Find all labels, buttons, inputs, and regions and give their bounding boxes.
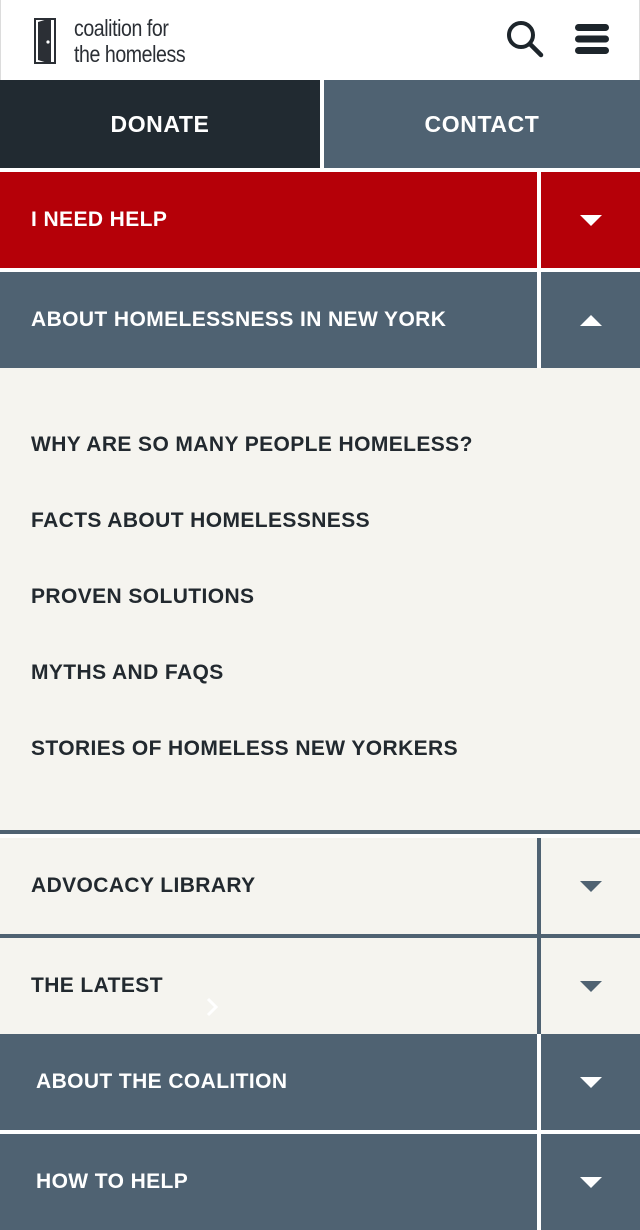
submenu-about-homelessness: WHY ARE SO MANY PEOPLE HOMELESS? FACTS A… [0,368,640,834]
contact-button[interactable]: CONTACT [324,80,640,168]
nav-toggle-how-to-help[interactable] [541,1134,640,1230]
divider [537,1134,541,1230]
nav-item-about-coalition: ABOUT THE COALITION [0,1034,640,1130]
submenu-item-facts[interactable]: FACTS ABOUT HOMELESSNESS [31,509,370,533]
donate-button[interactable]: DONATE [0,80,320,168]
chevron-right-icon [206,997,219,1017]
triangle-down-icon [579,1176,602,1188]
triangle-down-icon [579,880,602,892]
nav-item-advocacy-library: ADVOCACY LIBRARY [0,838,640,934]
divider [537,272,541,368]
nav-item-the-latest: THE LATEST [0,938,640,1034]
nav-label-how-to-help[interactable]: HOW TO HELP [0,1134,537,1230]
nav-item-how-to-help: HOW TO HELP [0,1134,640,1230]
divider [537,838,541,934]
nav-toggle-about-homelessness[interactable] [541,272,640,368]
triangle-down-icon [579,980,602,992]
nav-toggle-the-latest[interactable] [541,938,640,1034]
nav-label-the-latest[interactable]: THE LATEST [0,938,537,1034]
submenu-item-myths-faqs[interactable]: MYTHS AND FAQS [31,661,224,685]
nav-item-about-homelessness: ABOUT HOMELESSNESS IN NEW YORK [0,272,640,368]
nav-label-about-homelessness[interactable]: ABOUT HOMELESSNESS IN NEW YORK [0,272,537,368]
door-icon [34,18,56,64]
nav-toggle-about-coalition[interactable] [541,1034,640,1130]
nav-label-advocacy-library[interactable]: ADVOCACY LIBRARY [0,838,537,934]
nav-toggle-i-need-help[interactable] [541,172,640,268]
search-icon[interactable] [506,20,544,58]
logo-text: coalition for the homeless [74,15,186,67]
triangle-down-icon [579,214,602,226]
divider [537,938,541,1034]
site-header: coalition for the homeless [0,0,640,80]
submenu-item-why-homeless[interactable]: WHY ARE SO MANY PEOPLE HOMELESS? [31,433,473,457]
submenu-item-proven-solutions[interactable]: PROVEN SOLUTIONS [31,585,254,609]
cta-row: DONATE CONTACT [0,80,640,168]
nav-item-i-need-help: I NEED HELP [0,172,640,268]
hamburger-menu-icon[interactable] [574,20,610,58]
logo-line-2: the homeless [74,41,186,67]
nav-label-i-need-help[interactable]: I NEED HELP [0,172,537,268]
triangle-down-icon [579,1076,602,1088]
logo-line-1: coalition for [74,15,169,41]
nav-label-about-coalition[interactable]: ABOUT THE COALITION [0,1034,537,1130]
site-logo[interactable]: coalition for the homeless [34,14,205,68]
divider [537,1034,541,1130]
submenu-item-stories[interactable]: STORIES OF HOMELESS NEW YORKERS [31,737,458,761]
nav-toggle-advocacy-library[interactable] [541,838,640,934]
triangle-up-icon [579,314,602,326]
divider [537,172,541,268]
